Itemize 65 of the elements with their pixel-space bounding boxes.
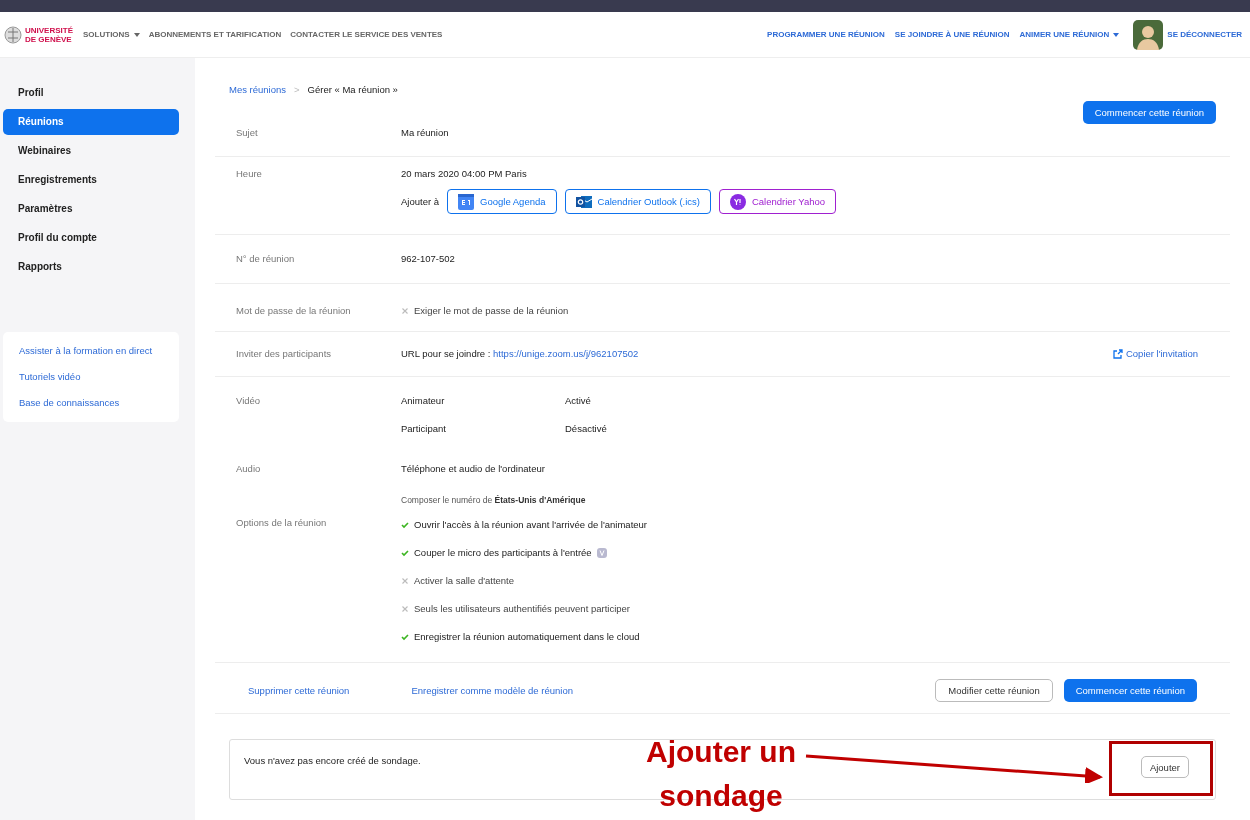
join-url-text: URL pour se joindre : https://unige.zoom.us/j/962107502 [401,348,639,359]
video-role: Participant [401,423,447,434]
add-to-label: Ajouter à [401,196,440,207]
field-label: N° de réunion [235,253,296,264]
field-label: Vidéo [235,395,262,408]
mail-icon [575,193,592,210]
start-meeting-button[interactable]: Commencer cette réunion [1063,679,1197,702]
dial-in-text: Composer le numéro de États-Unis d'Amérique [401,495,587,505]
breadcrumb-current: Gérer « Ma réunion » [307,84,398,95]
save-template-link[interactable]: Enregistrer comme modèle de réunion [411,685,573,696]
university-logo-text: UNIVERSITÉ DE GENÈVE [25,25,73,44]
field-value: Téléphone et audio de l'ordinateur [401,463,546,474]
sidebar-item[interactable]: Réunions [3,109,179,135]
option-text: Activer la salle d'attente [414,575,515,586]
option-text: Couper le micro des participants à l'entrée [414,547,592,558]
edit-meeting-button[interactable]: Modifier cette réunion [935,679,1053,702]
option-text: Enregistrer la réunion automatiquement dans le cloud [414,631,640,642]
help-link[interactable]: Tutoriels vidéo [19,364,163,390]
join-url-link[interactable]: https://unige.zoom.us/j/962107502 [493,348,639,359]
sidebar-item[interactable]: Paramètres [3,196,179,222]
share-icon [1112,348,1123,359]
video-state: Activé [565,395,591,406]
sidebar-item[interactable]: Profil du compte [3,225,179,251]
calendar-button[interactable]: Calendrier Yahoo [718,189,837,214]
nav-link[interactable]: ABONNEMENTS ET TARIFICATION [148,30,282,39]
field-value: Ma réunion [401,127,450,138]
field-label: Options de la réunion [235,517,328,530]
field-label: Sujet [235,127,259,138]
option-text: Exiger le mot de passe de la réunion [414,305,569,316]
nav-link[interactable]: SE JOINDRE À UNE RÉUNION [894,30,1010,39]
badge-icon [729,193,746,210]
field-value: 962-107-502 [401,253,456,264]
poll-message: Vous n'avez pas encore créé de sondage. [244,755,421,766]
start-meeting-button[interactable]: Commencer cette réunion [1082,101,1216,124]
field-value: 20 mars 2020 04:00 PM Paris [401,168,528,179]
video-state: Désactivé [565,423,607,434]
calendar-button[interactable]: Google Agenda [447,189,557,214]
video-role: Animateur [401,395,446,406]
field-label: Inviter des participants [235,348,333,359]
help-link[interactable]: Assister à la formation en direct [19,338,163,364]
calendar-button[interactable]: Calendrier Outlook (.ics) [564,189,711,214]
copy-invitation-link[interactable]: Copier l'invitation [1112,348,1198,359]
annotation-text: Ajouter un sondage [645,734,797,814]
sidebar-item[interactable]: Profil [3,80,179,106]
help-link[interactable]: Base de connaissances [19,390,163,416]
field-label: Heure [235,168,263,181]
delete-meeting-link[interactable]: Supprimer cette réunion [248,685,350,696]
signout-link[interactable]: SE DÉCONNECTER [1167,30,1242,39]
field-label: Mot de passe de la réunion [235,305,352,316]
breadcrumb-link[interactable]: Mes réunions [229,84,287,95]
sidebar-item[interactable]: Enregistrements [3,167,179,193]
add-poll-button[interactable]: Ajouter [1140,756,1189,778]
field-label: Audio [235,463,262,476]
calendar-icon [458,193,475,210]
crest-icon [4,25,22,44]
breadcrumb-separator: > [294,84,300,95]
nav-link[interactable]: SOLUTIONS [83,30,140,39]
option-text: Seuls les utilisateurs authentifiés peuvent participer [414,603,630,614]
sidebar-item[interactable]: Webinaires [3,138,179,164]
option-text: Ouvrir l'accès à la réunion avant l'arrivée de l'animateur [414,519,648,530]
sidebar-item[interactable]: Rapports [3,254,179,280]
nav-link[interactable]: CONTACTER LE SERVICE DES VENTES [290,30,443,39]
nav-link[interactable]: PROGRAMMER UNE RÉUNION [767,30,885,39]
nav-link[interactable]: ANIMER UNE RÉUNION [1019,30,1120,39]
avatar-icon [1133,19,1164,50]
